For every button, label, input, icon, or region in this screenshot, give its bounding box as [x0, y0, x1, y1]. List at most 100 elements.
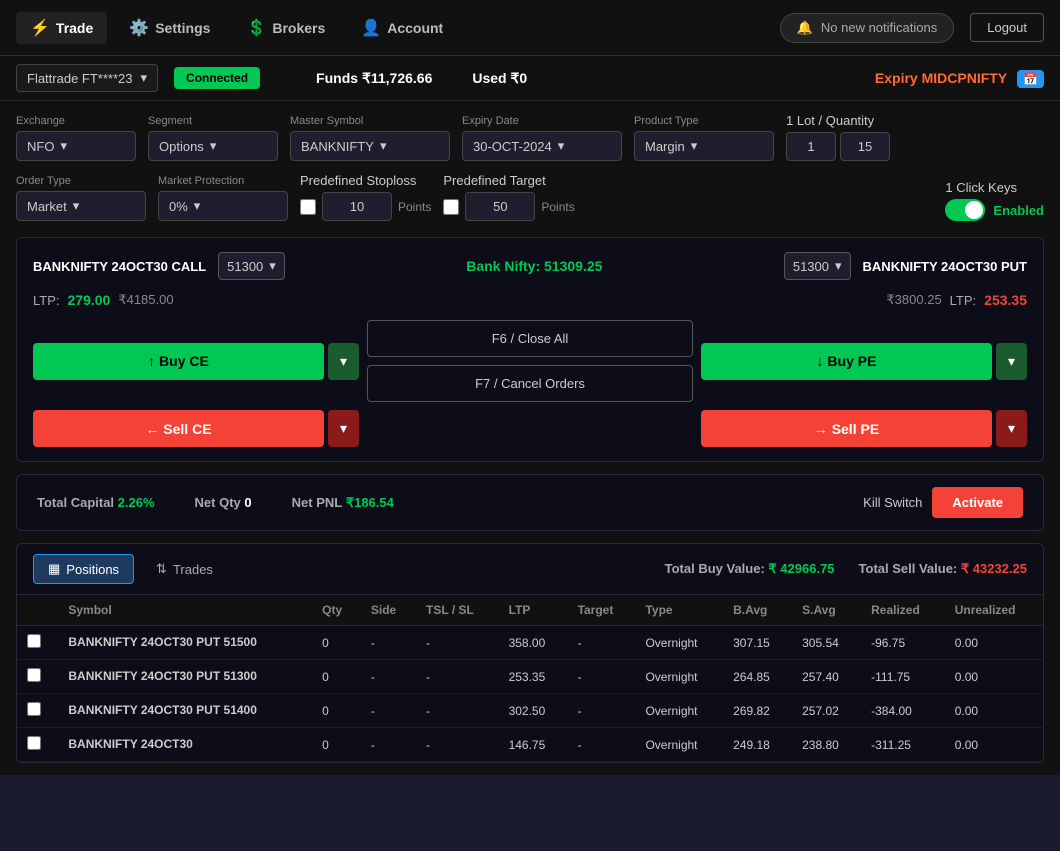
trades-tab[interactable]: ⇅ Trades — [142, 555, 227, 583]
connected-badge: Connected — [174, 67, 260, 89]
activate-button[interactable]: Activate — [932, 487, 1023, 518]
row-unrealized: 0.00 — [945, 626, 1043, 660]
sl-checkbox[interactable] — [300, 199, 316, 215]
put-ltp-section: ₹3800.25 LTP: 253.35 — [886, 292, 1027, 308]
total-capital-item: Total Capital 2.26% — [37, 495, 155, 510]
row-checkbox[interactable] — [27, 702, 41, 716]
lot-input[interactable] — [786, 132, 836, 161]
col-side: Side — [361, 595, 416, 626]
order-type-select[interactable]: Market ▾ — [16, 191, 146, 221]
product-type-group: Product Type Margin ▾ — [634, 115, 774, 161]
brokers-nav-button[interactable]: 💲 Brokers — [232, 12, 339, 44]
notifications-button[interactable]: 🔔 No new notifications — [780, 13, 955, 43]
row-side: - — [361, 660, 416, 694]
row-bavg: 264.85 — [723, 660, 792, 694]
broker-selector[interactable]: Flattrade FT****23 ▾ — [16, 64, 158, 92]
chevron-down-icon: ▾ — [141, 70, 148, 86]
master-symbol-select[interactable]: BANKNIFTY ▾ — [290, 131, 450, 161]
bank-nifty-center: Bank Nifty: 51309.25 — [297, 258, 772, 274]
right-arrow-icon: → — [814, 421, 832, 437]
up-arrow-icon: ↑ — [148, 353, 159, 369]
row-tsl: - — [416, 660, 499, 694]
net-pnl-value: ₹186.54 — [346, 495, 394, 510]
account-nav-button[interactable]: 👤 Account — [347, 12, 457, 44]
row-checkbox[interactable] — [27, 668, 41, 682]
f6-close-all-button[interactable]: F6 / Close All — [367, 320, 693, 357]
user-icon: 👤 — [361, 18, 381, 38]
row-savg: 238.80 — [792, 728, 861, 762]
segment-select[interactable]: Options ▾ — [148, 131, 278, 161]
buy-ce-dropdown[interactable]: ▾ — [328, 343, 359, 380]
settings-nav-button[interactable]: ⚙️ Settings — [115, 12, 224, 44]
put-strike-select[interactable]: 51300 ▾ — [784, 252, 851, 280]
predefined-sl-label: Predefined Stoploss — [300, 173, 431, 188]
row-qty: 0 — [312, 626, 361, 660]
market-protection-select[interactable]: 0% ▾ — [158, 191, 288, 221]
buy-ce-button[interactable]: ↑ Buy CE — [33, 343, 324, 380]
call-strike-select[interactable]: 51300 ▾ — [218, 252, 285, 280]
positions-tab[interactable]: ▦ Positions — [33, 554, 134, 584]
click-keys-toggle[interactable] — [945, 199, 985, 221]
sell-ce-dropdown[interactable]: ▾ — [328, 410, 359, 447]
total-buy-label: Total Buy Value: ₹ 42966.75 — [665, 561, 835, 577]
lightning-icon: ⚡ — [30, 18, 50, 38]
col-select — [17, 595, 58, 626]
sell-btn-row: ← Sell CE ▾ → Sell PE ▾ — [33, 410, 1027, 447]
sl-input[interactable] — [322, 192, 392, 221]
chevron-down-icon: ▾ — [558, 138, 565, 154]
master-symbol-group: Master Symbol BANKNIFTY ▾ — [290, 115, 450, 161]
f7-cancel-orders-button[interactable]: F7 / Cancel Orders — [367, 365, 693, 402]
kill-switch-label: Kill Switch — [863, 495, 922, 510]
sl-points-label: Points — [398, 200, 431, 214]
buy-pe-dropdown[interactable]: ▾ — [996, 343, 1027, 380]
exchange-select[interactable]: NFO ▾ — [16, 131, 136, 161]
row-symbol: BANKNIFTY 24OCT30 PUT 51300 — [58, 660, 312, 694]
put-symbol-label: BANKNIFTY 24OCT30 PUT — [863, 259, 1027, 274]
row-type: Overnight — [635, 694, 723, 728]
settings-icon: ⚙️ — [129, 18, 149, 38]
put-price-left: ₹3800.25 — [886, 292, 941, 308]
sell-pe-dropdown[interactable]: ▾ — [996, 410, 1027, 447]
total-capital-value: 2.26% — [118, 495, 155, 510]
put-ltp-value: 253.35 — [984, 292, 1027, 308]
exchange-group: Exchange NFO ▾ — [16, 115, 136, 161]
target-checkbox[interactable] — [443, 199, 459, 215]
expiry-date-select[interactable]: 30-OCT-2024 ▾ — [462, 131, 622, 161]
row-ltp: 358.00 — [499, 626, 568, 660]
row-checkbox[interactable] — [27, 634, 41, 648]
row-qty: 0 — [312, 694, 361, 728]
col-unrealized: Unrealized — [945, 595, 1043, 626]
sell-pe-button[interactable]: → Sell PE — [701, 410, 992, 447]
sell-pe-group: → Sell PE ▾ — [701, 410, 1027, 447]
total-buy-value: ₹ 42966.75 — [768, 561, 834, 576]
row-bavg: 269.82 — [723, 694, 792, 728]
row-checkbox[interactable] — [27, 736, 41, 750]
segment-label: Segment — [148, 115, 278, 127]
target-input[interactable] — [465, 192, 535, 221]
ce-btn-group: ↑ Buy CE ▾ — [33, 343, 359, 380]
col-ltp: LTP — [499, 595, 568, 626]
positions-header: ▦ Positions ⇅ Trades Total Buy Value: ₹ … — [17, 544, 1043, 595]
row-unrealized: 0.00 — [945, 694, 1043, 728]
exchange-label: Exchange — [16, 115, 136, 127]
row-unrealized: 0.00 — [945, 728, 1043, 762]
expiry-display: Expiry MIDCPNIFTY 📅 — [875, 70, 1044, 86]
form-row-2: Order Type Market ▾ Market Protection 0%… — [16, 173, 1044, 221]
sell-ce-button[interactable]: ← Sell CE — [33, 410, 324, 447]
qty-input[interactable] — [840, 132, 890, 161]
trade-nav-button[interactable]: ⚡ Trade — [16, 12, 107, 44]
row-target: - — [568, 694, 636, 728]
row-tsl: - — [416, 626, 499, 660]
chevron-down-icon: ▾ — [73, 198, 80, 214]
row-side: - — [361, 626, 416, 660]
center-btns: F6 / Close All F7 / Cancel Orders — [367, 320, 693, 402]
row-select-cell — [17, 694, 58, 728]
calendar-icon[interactable]: 📅 — [1017, 70, 1044, 88]
down-arrow-icon: ↓ — [817, 353, 828, 369]
total-sell-value: ₹ 43232.25 — [961, 561, 1027, 576]
logout-button[interactable]: Logout — [970, 13, 1044, 42]
product-type-select[interactable]: Margin ▾ — [634, 131, 774, 161]
positions-table: Symbol Qty Side TSL / SL LTP Target Type… — [17, 595, 1043, 762]
chevron-down-icon: ▾ — [60, 138, 67, 154]
buy-pe-button[interactable]: ↓ Buy PE — [701, 343, 992, 380]
